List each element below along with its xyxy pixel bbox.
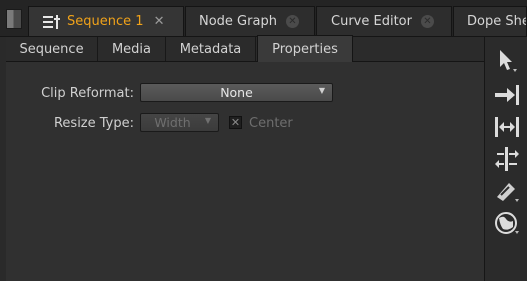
tab-label: Curve Editor bbox=[331, 14, 412, 29]
clip-reformat-label: Clip Reformat: bbox=[41, 86, 134, 101]
razor-icon[interactable] bbox=[491, 177, 523, 205]
tab-label: Dope She bbox=[467, 14, 527, 29]
tab-sequence[interactable]: Sequence bbox=[6, 37, 98, 61]
resize-type-value: Width bbox=[154, 115, 191, 130]
slip-clip-icon[interactable] bbox=[491, 113, 523, 141]
move-to-edit-icon[interactable] bbox=[491, 81, 523, 109]
close-icon[interactable]: ✕ bbox=[420, 15, 434, 28]
tab-media[interactable]: Media bbox=[98, 37, 166, 61]
tab-label: Metadata bbox=[179, 41, 242, 57]
close-icon[interactable]: ✕ bbox=[285, 15, 299, 28]
select-pointer-icon[interactable] bbox=[491, 47, 523, 75]
tab-label: Sequence 1 bbox=[67, 14, 144, 29]
pane-menu-grip[interactable] bbox=[6, 9, 22, 29]
multi-tool-icon[interactable] bbox=[491, 209, 523, 237]
tab-node-graph[interactable]: Node Graph ✕ bbox=[185, 6, 315, 36]
properties-panel: Clip Reformat: None ▼ Resize Type: Width… bbox=[6, 62, 484, 281]
center-checkbox[interactable]: ✕ bbox=[229, 116, 242, 129]
chevron-down-icon: ▼ bbox=[318, 86, 325, 95]
slide-clip-icon[interactable] bbox=[491, 145, 523, 173]
tab-properties[interactable]: Properties bbox=[257, 35, 353, 62]
resize-type-label: Resize Type: bbox=[53, 116, 134, 131]
close-icon[interactable]: ✕ bbox=[153, 15, 166, 28]
center-label: Center bbox=[249, 116, 293, 131]
tab-label: Properties bbox=[272, 41, 338, 57]
tab-label: Node Graph bbox=[199, 14, 277, 29]
tab-label: Media bbox=[111, 41, 152, 57]
top-tab-bar: Sequence 1 ✕ Node Graph ✕ Curve Editor ✕… bbox=[0, 0, 527, 37]
tab-curve-editor[interactable]: Curve Editor ✕ bbox=[316, 6, 452, 36]
clip-reformat-value: None bbox=[220, 85, 253, 100]
timeline-toolbar bbox=[484, 37, 527, 281]
tab-dope-sheet[interactable]: Dope She bbox=[453, 6, 527, 36]
sub-tab-bar: Sequence Media Metadata Properties bbox=[6, 35, 484, 62]
sequence-icon bbox=[43, 14, 60, 29]
clip-reformat-dropdown[interactable]: None ▼ bbox=[140, 83, 333, 102]
tab-label: Sequence bbox=[19, 41, 84, 57]
resize-type-dropdown[interactable]: Width ▼ bbox=[140, 113, 219, 132]
tab-metadata[interactable]: Metadata bbox=[166, 37, 256, 61]
tab-sequence-1[interactable]: Sequence 1 ✕ bbox=[28, 6, 184, 36]
chevron-down-icon: ▼ bbox=[204, 116, 211, 125]
